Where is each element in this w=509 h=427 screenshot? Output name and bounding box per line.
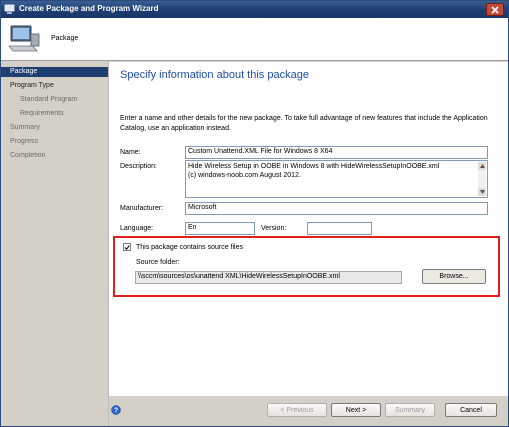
- sidebar-item-completion[interactable]: Completion: [1, 151, 45, 161]
- help-icon[interactable]: ?: [111, 405, 121, 415]
- wizard-app-icon: [4, 4, 15, 14]
- header-title: Package: [51, 35, 79, 42]
- scroll-down-arrow[interactable]: [478, 188, 486, 196]
- version-field[interactable]: [307, 222, 372, 235]
- sidebar-item-requirements[interactable]: Requirements: [1, 109, 64, 119]
- title-bar: Create Package and Program Wizard: [1, 1, 508, 18]
- svg-text:?: ?: [114, 408, 118, 415]
- language-label: Language:: [120, 225, 154, 232]
- scroll-up-arrow[interactable]: [478, 162, 486, 170]
- window-title: Create Package and Program Wizard: [19, 4, 159, 13]
- sidebar-item-package[interactable]: Package: [1, 67, 108, 77]
- close-button[interactable]: [486, 3, 504, 16]
- package-computer-icon: [8, 25, 40, 52]
- sidebar-item-program-type[interactable]: Program Type: [1, 81, 54, 91]
- wizard-header: Package: [1, 18, 508, 61]
- cancel-button[interactable]: Cancel: [445, 403, 497, 417]
- wizard-sidebar: Package Program Type Standard Program Re…: [1, 62, 108, 426]
- sidebar-item-standard-program[interactable]: Standard Program: [1, 95, 77, 105]
- description-field[interactable]: Hide Wireless Setup in OOBE in Windows 8…: [185, 160, 488, 198]
- wizard-window: Create Package and Program Wizard Packag…: [0, 0, 509, 427]
- version-label: Version:: [261, 225, 287, 232]
- description-line-1: Hide Wireless Setup in OOBE in Windows 8…: [188, 163, 440, 170]
- source-files-checkbox-label[interactable]: This package contains source files: [136, 244, 243, 251]
- wizard-content: Specify information about this package E…: [108, 62, 508, 396]
- close-icon: [491, 5, 499, 14]
- name-label: Name:: [120, 149, 141, 156]
- browse-button[interactable]: Browse...: [422, 269, 486, 284]
- chevron-down-icon: [479, 190, 485, 194]
- checkmark-icon: [124, 244, 130, 250]
- summary-button[interactable]: Summary: [385, 403, 435, 417]
- page-title: Specify information about this package: [120, 69, 309, 81]
- sidebar-item-summary[interactable]: Summary: [1, 123, 40, 133]
- source-files-checkbox[interactable]: [123, 243, 131, 251]
- name-field[interactable]: Custom Unattend.XML File for Windows 8 X…: [185, 146, 488, 159]
- intro-text: Enter a name and other details for the n…: [120, 115, 488, 132]
- description-line-2: (c) windows-noob.com August 2012.: [188, 172, 301, 179]
- previous-button[interactable]: < Previous: [267, 403, 327, 417]
- source-folder-label: Source folder:: [136, 259, 180, 266]
- source-folder-field[interactable]: \\sccm\sources\os\unattend XML\HideWirel…: [135, 271, 402, 284]
- description-scrollbar[interactable]: [478, 162, 486, 196]
- manufacturer-field[interactable]: Microsoft: [185, 202, 488, 215]
- sidebar-item-progress[interactable]: Progress: [1, 137, 38, 147]
- description-label: Description:: [120, 163, 157, 170]
- language-field[interactable]: En: [185, 222, 255, 235]
- next-button[interactable]: Next >: [331, 403, 381, 417]
- chevron-up-icon: [479, 164, 485, 168]
- manufacturer-label: Manufacturer:: [120, 205, 164, 212]
